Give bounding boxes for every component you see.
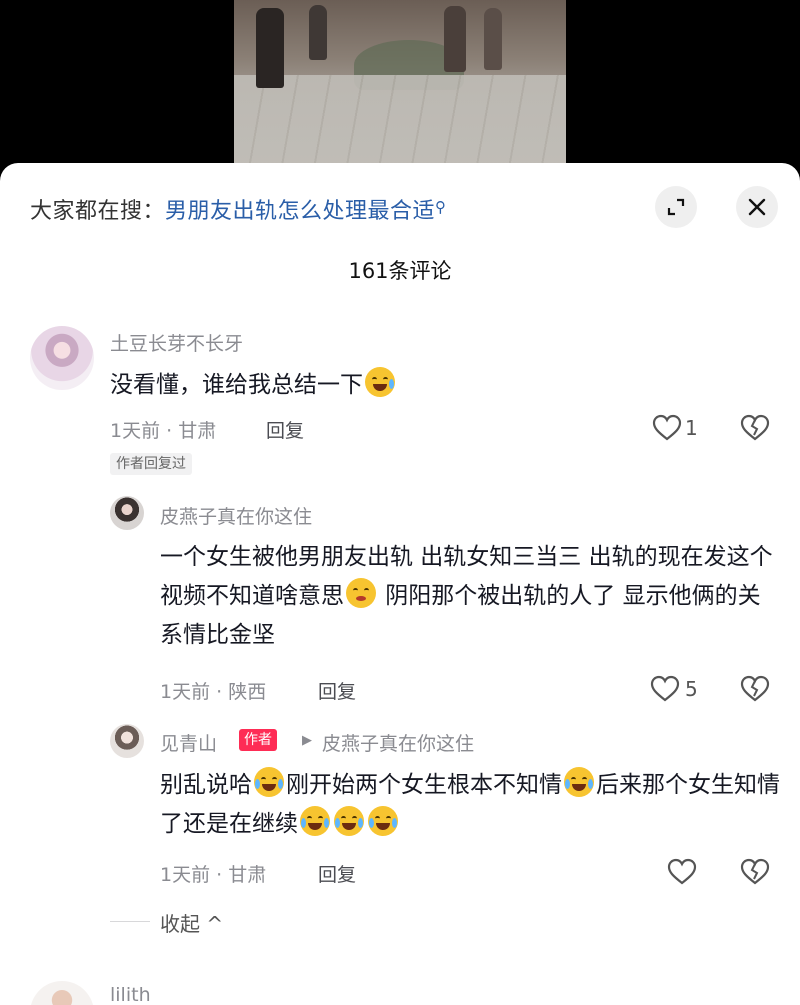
grinning-sweat-emoji: [365, 367, 395, 397]
heart-icon[interactable]: [667, 858, 697, 886]
comment-text: 没看懂，谁给我总结一下: [110, 366, 397, 405]
dislike-icon[interactable]: [740, 858, 770, 886]
reply-meta: 1天前 · 陕西: [160, 681, 267, 703]
search-term[interactable]: 男朋友出轨怎么处理最合适: [165, 199, 435, 224]
expand-button[interactable]: [655, 186, 697, 228]
reply-text-part: 别乱说哈: [160, 772, 252, 798]
loudly-crying-emoji: [564, 767, 594, 797]
comment-meta: 1天前 · 甘肃: [110, 420, 217, 442]
loudly-crying-emoji: [368, 806, 398, 836]
close-button[interactable]: [736, 186, 778, 228]
search-icon: ⚲: [435, 198, 447, 216]
search-prefix: 大家都在搜：: [30, 199, 166, 224]
comments-sheet: 大家都在搜：男朋友出轨怎么处理最合适⚲ 161条评论 土豆长芽不长牙 没看懂，谁…: [0, 163, 800, 1005]
reply-button[interactable]: 回复: [266, 416, 304, 443]
reply-text-part: 刚开始两个女生根本不知情: [286, 772, 562, 798]
heart-icon[interactable]: [652, 414, 682, 442]
comment-text-content: 没看懂，谁给我总结一下: [110, 372, 363, 398]
dislike-icon[interactable]: [740, 675, 770, 703]
video-ground: [234, 75, 566, 170]
reply-meta: 1天前 · 甘肃: [160, 864, 267, 886]
avatar[interactable]: [110, 724, 144, 758]
collapse-divider: [110, 921, 150, 922]
loudly-crying-emoji: [254, 767, 284, 797]
collapse-replies-button[interactable]: 收起 ^: [160, 908, 223, 937]
search-suggestion[interactable]: 大家都在搜：男朋友出轨怎么处理最合适⚲: [30, 193, 447, 225]
reply-text: 一个女生被他男朋友出轨 出轨女知三当三 出轨的现在发这个视频不知道啥意思 阴阳那…: [160, 538, 780, 655]
like-count: 1: [685, 416, 698, 440]
expand-icon: [667, 198, 685, 216]
loudly-crying-emoji: [334, 806, 364, 836]
video-thumbnail[interactable]: [234, 0, 566, 170]
close-icon: [748, 198, 766, 216]
reply-button[interactable]: 回复: [318, 677, 356, 704]
loudly-crying-emoji: [300, 806, 330, 836]
dislike-icon[interactable]: [740, 414, 770, 442]
reply-username[interactable]: 见青山: [160, 729, 217, 756]
reply-to-username[interactable]: 皮燕子真在你这住: [322, 729, 474, 756]
woozy-face-emoji: [346, 578, 376, 608]
video-person: [256, 8, 284, 88]
video-person: [484, 8, 502, 70]
avatar[interactable]: [30, 981, 94, 1005]
video-person: [444, 6, 466, 72]
comment-username[interactable]: lilith: [110, 984, 151, 1005]
heart-icon[interactable]: [650, 675, 680, 703]
reply-username[interactable]: 皮燕子真在你这住: [160, 502, 312, 529]
author-replied-badge: 作者回复过: [110, 453, 192, 475]
reply-text: 别乱说哈 刚开始两个女生根本不知情 后来那个女生知情了还是在继续: [160, 766, 780, 844]
author-tag: 作者: [239, 729, 277, 751]
avatar[interactable]: [110, 496, 144, 530]
like-count: 5: [685, 677, 698, 701]
avatar[interactable]: [30, 326, 94, 390]
reply-to-arrow-icon: ▶: [302, 733, 312, 748]
video-person: [309, 5, 327, 60]
comment-username[interactable]: 土豆长芽不长牙: [110, 329, 243, 356]
comment-count: 161条评论: [348, 259, 452, 283]
reply-button[interactable]: 回复: [318, 860, 356, 887]
